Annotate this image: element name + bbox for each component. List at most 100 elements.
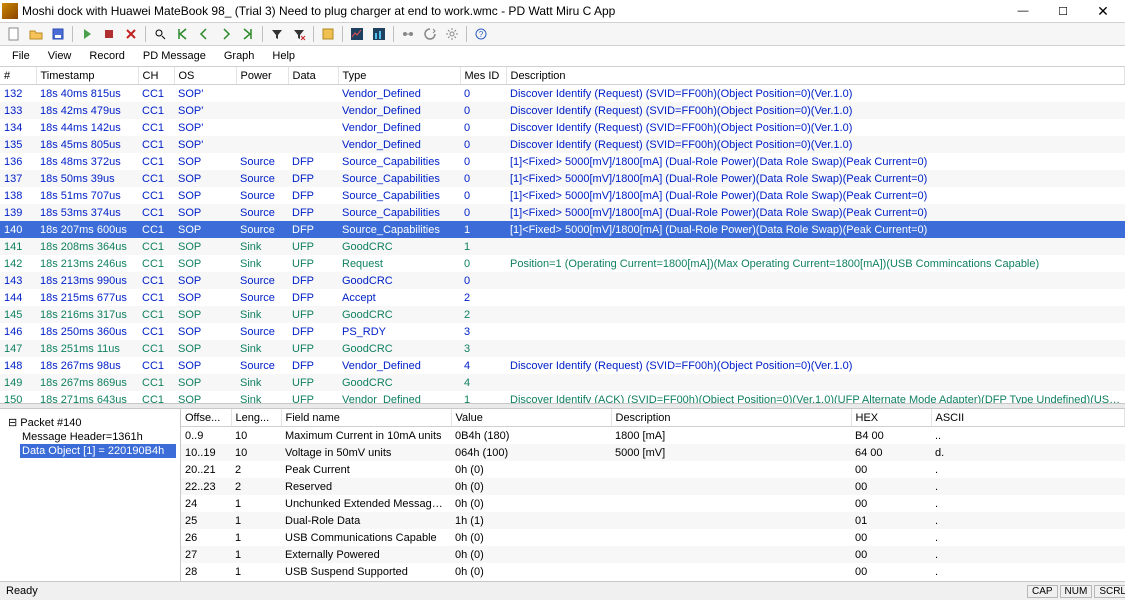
table-row[interactable]: 281USB Suspend Supported0h (0)00. (181, 563, 1125, 580)
table-row[interactable]: 14918s 267ms 869usCC1SOPSinkUFPGoodCRC4 (0, 374, 1125, 391)
export-icon[interactable] (318, 24, 338, 44)
cell: Discover Identify (Request) (SVID=FF00h)… (506, 102, 1125, 119)
packet-grid[interactable]: # Timestamp CH OS Power Data Type Mes ID… (0, 66, 1125, 403)
table-row[interactable]: 14218s 213ms 246usCC1SOPSinkUFPRequest0P… (0, 255, 1125, 272)
dcol-desc[interactable]: Description (611, 409, 851, 427)
filter-icon[interactable] (267, 24, 287, 44)
field-grid[interactable]: Offse... Leng... Field name Value Descri… (181, 409, 1125, 585)
table-row[interactable]: 251Dual-Role Data1h (1)01. (181, 512, 1125, 529)
cell: 1 (460, 238, 506, 255)
table-row[interactable]: 14318s 213ms 990usCC1SOPSourceDFPGoodCRC… (0, 272, 1125, 289)
table-row[interactable]: 13818s 51ms 707usCC1SOPSourceDFPSource_C… (0, 187, 1125, 204)
cell: Unchunked Extended Messages S... (281, 495, 451, 512)
detail-headers[interactable]: Offse... Leng... Field name Value Descri… (181, 409, 1125, 427)
col-type[interactable]: Type (338, 67, 460, 85)
cell (506, 323, 1125, 340)
column-headers[interactable]: # Timestamp CH OS Power Data Type Mes ID… (0, 67, 1125, 85)
play-icon[interactable] (77, 24, 97, 44)
table-row[interactable]: 241Unchunked Extended Messages S...0h (0… (181, 495, 1125, 512)
table-row[interactable]: 10..1910Voltage in 50mV units064h (100)5… (181, 444, 1125, 461)
dcol-offset[interactable]: Offse... (181, 409, 231, 427)
table-row[interactable]: 13218s 40ms 815usCC1SOP'Vendor_Defined0D… (0, 85, 1125, 103)
dcol-value[interactable]: Value (451, 409, 611, 427)
cell (611, 478, 851, 495)
stop-icon[interactable] (99, 24, 119, 44)
refresh-icon[interactable] (420, 24, 440, 44)
menu-help[interactable]: Help (264, 48, 303, 64)
tree-dataobject[interactable]: Data Object [1] = 220190B4h (20, 444, 176, 458)
table-row[interactable]: 22..232Reserved0h (0)00. (181, 478, 1125, 495)
chart2-icon[interactable] (369, 24, 389, 44)
menu-graph[interactable]: Graph (216, 48, 263, 64)
menu-file[interactable]: File (4, 48, 38, 64)
cell: 141 (0, 238, 36, 255)
separator-icon (145, 26, 146, 42)
dcol-ascii[interactable]: ASCII (931, 409, 1125, 427)
table-row[interactable]: 13718s 50ms 39usCC1SOPSourceDFPSource_Ca… (0, 170, 1125, 187)
dcol-field[interactable]: Field name (281, 409, 451, 427)
table-row[interactable]: 13518s 45ms 805usCC1SOP'Vendor_Defined0D… (0, 136, 1125, 153)
col-os[interactable]: OS (174, 67, 236, 85)
table-row[interactable]: 14018s 207ms 600usCC1SOPSourceDFPSource_… (0, 221, 1125, 238)
col-ch[interactable]: CH (138, 67, 174, 85)
connect-icon[interactable] (398, 24, 418, 44)
tree-header[interactable]: Message Header=1361h (20, 430, 176, 444)
table-row[interactable]: 14718s 251ms 11usCC1SOPSinkUFPGoodCRC3 (0, 340, 1125, 357)
maximize-button[interactable]: ☐ (1043, 0, 1083, 22)
filter-clear-icon[interactable] (289, 24, 309, 44)
open-icon[interactable] (26, 24, 46, 44)
menu-pdmessage[interactable]: PD Message (135, 48, 214, 64)
find-icon[interactable] (150, 24, 170, 44)
col-data[interactable]: Data (288, 67, 338, 85)
tree-root[interactable]: Packet #140 (8, 415, 176, 430)
cell: 137 (0, 170, 36, 187)
cell: 0 (460, 85, 506, 103)
table-row[interactable]: 14418s 215ms 677usCC1SOPSourceDFPAccept2 (0, 289, 1125, 306)
cell: Source (236, 153, 288, 170)
table-row[interactable]: 271Externally Powered0h (0)00. (181, 546, 1125, 563)
col-power[interactable]: Power (236, 67, 288, 85)
col-mesid[interactable]: Mes ID (460, 67, 506, 85)
table-row[interactable]: 13418s 44ms 142usCC1SOP'Vendor_Defined0D… (0, 119, 1125, 136)
app-icon (2, 3, 18, 19)
nav-prev-icon[interactable] (194, 24, 214, 44)
dcol-hex[interactable]: HEX (851, 409, 931, 427)
table-row[interactable]: 14618s 250ms 360usCC1SOPSourceDFPPS_RDY3 (0, 323, 1125, 340)
dcol-length[interactable]: Leng... (231, 409, 281, 427)
col-ts[interactable]: Timestamp (36, 67, 138, 85)
table-row[interactable]: 0..910Maximum Current in 10mA units0B4h … (181, 427, 1125, 445)
cell (288, 136, 338, 153)
table-row[interactable]: 20..212Peak Current0h (0)00. (181, 461, 1125, 478)
nav-last-icon[interactable] (238, 24, 258, 44)
chart1-icon[interactable] (347, 24, 367, 44)
settings-icon[interactable] (442, 24, 462, 44)
cell: UFP (288, 238, 338, 255)
table-row[interactable]: 14518s 216ms 317usCC1SOPSinkUFPGoodCRC2 (0, 306, 1125, 323)
delete-icon[interactable] (121, 24, 141, 44)
col-num[interactable]: # (0, 67, 36, 85)
col-desc[interactable]: Description (506, 67, 1125, 85)
nav-first-icon[interactable] (172, 24, 192, 44)
cell: 5000 [mV] (611, 444, 851, 461)
table-row[interactable]: 13318s 42ms 479usCC1SOP'Vendor_Defined0D… (0, 102, 1125, 119)
help-icon[interactable]: ? (471, 24, 491, 44)
cell: SOP (174, 238, 236, 255)
table-row[interactable]: 14818s 267ms 98usCC1SOPSourceDFPVendor_D… (0, 357, 1125, 374)
new-icon[interactable] (4, 24, 24, 44)
cell: 4 (460, 374, 506, 391)
table-row[interactable]: 14118s 208ms 364usCC1SOPSinkUFPGoodCRC1 (0, 238, 1125, 255)
save-icon[interactable] (48, 24, 68, 44)
table-row[interactable]: 13618s 48ms 372usCC1SOPSourceDFPSource_C… (0, 153, 1125, 170)
table-row[interactable]: 261USB Communications Capable0h (0)00. (181, 529, 1125, 546)
menu-view[interactable]: View (40, 48, 80, 64)
table-row[interactable]: 15018s 271ms 643usCC1SOPSinkUFPVendor_De… (0, 391, 1125, 403)
packet-tree[interactable]: Packet #140 Message Header=1361h Data Ob… (0, 409, 181, 585)
menu-record[interactable]: Record (81, 48, 132, 64)
nav-next-icon[interactable] (216, 24, 236, 44)
table-row[interactable]: 13918s 53ms 374usCC1SOPSourceDFPSource_C… (0, 204, 1125, 221)
cell: CC1 (138, 357, 174, 374)
close-button[interactable]: ✕ (1083, 0, 1123, 22)
minimize-button[interactable]: — (1003, 0, 1043, 22)
cell: 2 (460, 289, 506, 306)
cell: 138 (0, 187, 36, 204)
